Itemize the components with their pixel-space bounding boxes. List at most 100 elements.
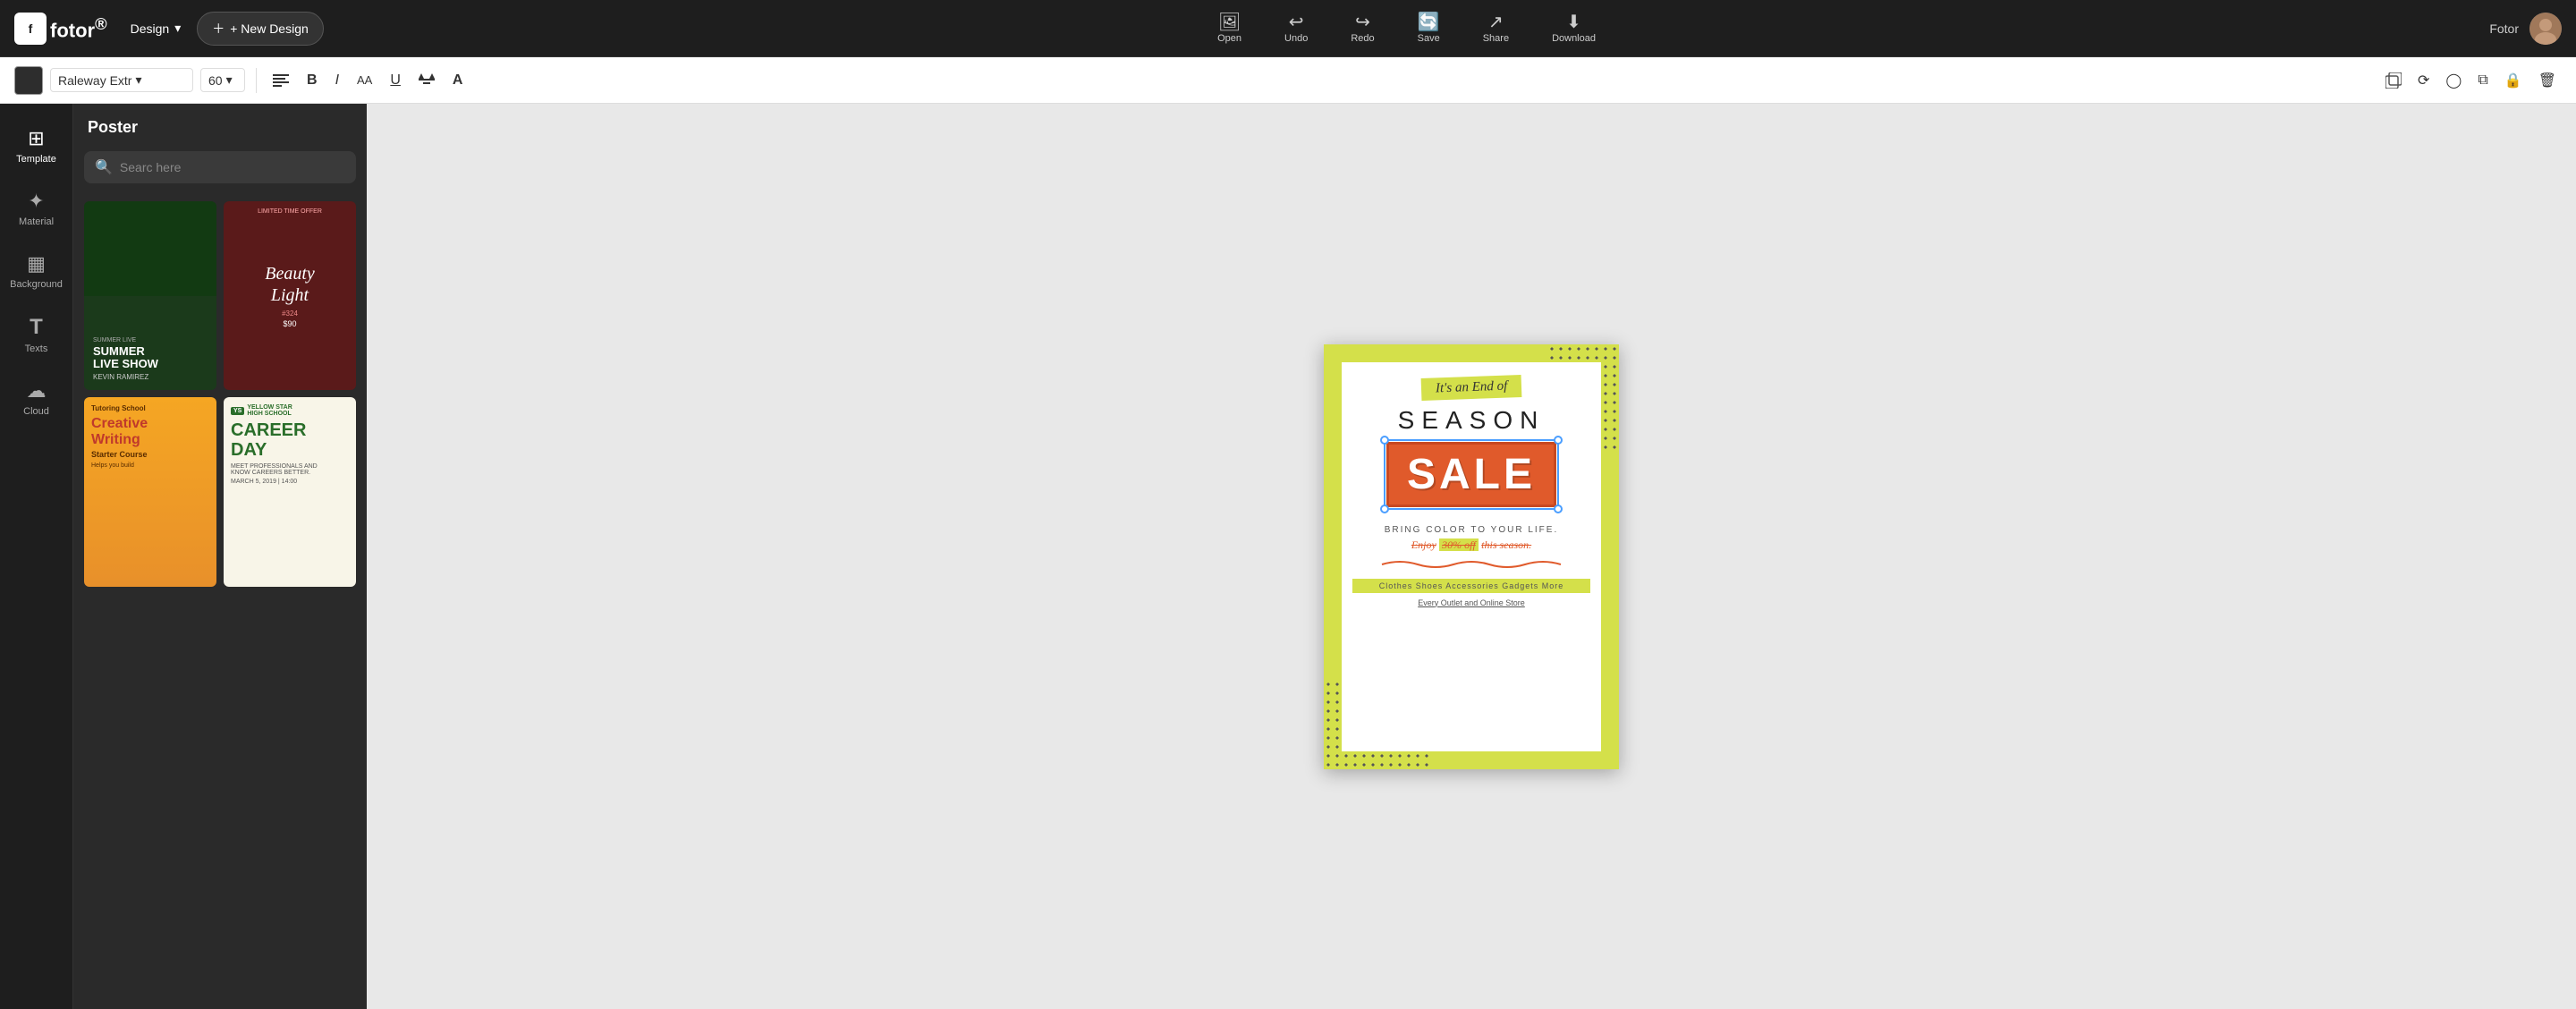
avatar[interactable]	[2529, 13, 2562, 45]
save-button[interactable]: 🔄 Save	[1411, 10, 1447, 47]
sidebar-item-background[interactable]: ▦ Background	[0, 240, 72, 302]
formatting-toolbar: Raleway Extr ▾ 60 ▾ B I AA U A	[0, 57, 2576, 104]
season-text: SEASON	[1398, 406, 1546, 435]
sidebar-item-template[interactable]: ⊞ Template	[0, 114, 72, 177]
template-tag: SUMMER LIVE	[93, 337, 208, 343]
avatar-image	[2529, 13, 2562, 45]
logo-icon: f	[14, 13, 47, 45]
categories-text: Clothes Shoes Accessories Gadgets More	[1352, 579, 1590, 593]
leaf-decoration	[84, 201, 216, 296]
round-button[interactable]: ◯	[2440, 68, 2467, 93]
separator	[256, 68, 257, 93]
underline-button[interactable]: U	[385, 69, 406, 92]
letter-spacing-button[interactable]	[413, 70, 440, 91]
refresh-button[interactable]: ⟳	[2412, 68, 2435, 93]
template-title: CAREERDAY	[231, 420, 349, 460]
handle-tr[interactable]	[1554, 436, 1563, 445]
download-label: Download	[1552, 33, 1596, 44]
text-color-swatch[interactable]	[14, 66, 43, 95]
templates-panel: Poster 🔍 SUMMER LIVE SUMMERLIVE SHOW KEV…	[73, 104, 367, 1009]
redo-icon: ↪	[1355, 13, 1370, 31]
letter-spacing-icon	[419, 73, 435, 88]
templates-grid: SUMMER LIVE SUMMERLIVE SHOW KEVIN RAMIRE…	[73, 194, 367, 594]
this-season-label: this season.	[1481, 538, 1531, 551]
template-subtitle: Starter Course	[91, 450, 209, 459]
font-size-value: 60	[208, 73, 223, 88]
outlet-text: Every Outlet and Online Store	[1418, 598, 1525, 607]
top-right: Fotor	[2489, 13, 2562, 45]
top-center-tools: 🖼 Open ↩ Undo ↪ Redo 🔄 Save ↗ Share ⬇ Do…	[324, 10, 2490, 47]
share-icon: ↗	[1488, 13, 1504, 31]
bold-label: B	[307, 72, 318, 89]
duplicate-button[interactable]	[2380, 69, 2407, 92]
download-icon: ⬇	[1566, 13, 1581, 31]
plus-icon: ＋	[212, 20, 225, 38]
logo: f fotor®	[14, 13, 107, 45]
background-icon: ▦	[27, 252, 46, 276]
new-design-button[interactable]: ＋ + New Design	[197, 12, 324, 46]
design-label: Design	[131, 21, 170, 36]
sidebar-item-label: Material	[19, 216, 54, 227]
canvas-area: It's an End of SEASON SALE BRING COLOR T…	[367, 104, 2576, 1009]
font-name: Raleway Extr	[58, 73, 131, 88]
search-icon: 🔍	[95, 158, 113, 176]
search-bar[interactable]: 🔍	[84, 151, 356, 183]
font-size-control[interactable]: 60 ▾	[200, 68, 245, 92]
logo-text: fotor®	[50, 14, 107, 42]
handle-tl[interactable]	[1380, 436, 1389, 445]
poster-content: It's an End of SEASON SALE BRING COLOR T…	[1342, 362, 1601, 751]
cloud-icon: ☁	[27, 379, 47, 403]
open-button[interactable]: 🖼 Open	[1210, 10, 1249, 47]
template-card-writing[interactable]: Tutoring School CreativeWriting Starter …	[84, 397, 216, 586]
sidebar-item-label: Texts	[25, 343, 48, 354]
open-icon: 🖼	[1218, 13, 1241, 31]
underline-label: U	[390, 72, 401, 89]
undo-button[interactable]: ↩ Undo	[1277, 10, 1315, 47]
enjoy-label: Enjoy	[1411, 538, 1436, 551]
handle-bl[interactable]	[1380, 504, 1389, 513]
discount-label: 30% off	[1439, 538, 1479, 551]
sidebar-item-cloud[interactable]: ☁ Cloud	[0, 367, 72, 429]
font-size-aa-button[interactable]: AA	[352, 70, 377, 90]
template-icon: ⊞	[28, 127, 44, 150]
template-card-concert[interactable]: SUMMER LIVE SUMMERLIVE SHOW KEVIN RAMIRE…	[84, 201, 216, 390]
delete-button[interactable]: 🗑	[2533, 68, 2562, 93]
text-style-button[interactable]: A	[447, 69, 469, 92]
wavy-divider	[1352, 559, 1590, 570]
italic-button[interactable]: I	[330, 69, 344, 92]
handle-br[interactable]	[1554, 504, 1563, 513]
user-name: Fotor	[2489, 21, 2519, 36]
sidebar-item-material[interactable]: ✦ Material	[0, 177, 72, 240]
template-tag: LIMITED TIME OFFER	[231, 208, 349, 215]
sidebar-item-label: Template	[16, 154, 56, 165]
panel-title: Poster	[88, 118, 138, 137]
design-menu-button[interactable]: Design ▾	[122, 15, 191, 41]
template-card-beauty[interactable]: LIMITED TIME OFFER BeautyLight #324 $90	[224, 201, 356, 390]
search-input[interactable]	[120, 160, 345, 174]
bold-button[interactable]: B	[301, 69, 323, 92]
template-card-career[interactable]: YS YELLOW STARHIGH SCHOOL CAREERDAY MEET…	[224, 397, 356, 586]
download-button[interactable]: ⬇ Download	[1545, 10, 1603, 47]
enjoy-text: Enjoy 30% off this season.	[1411, 538, 1531, 552]
lock-button[interactable]: 🔒	[2499, 68, 2528, 93]
template-date: MARCH 5, 2019 | 14:00	[231, 479, 349, 485]
text-align-button[interactable]	[267, 71, 294, 90]
sale-container[interactable]: SALE	[1386, 442, 1556, 516]
sale-box: SALE	[1386, 442, 1556, 507]
italic-label: I	[335, 72, 339, 89]
sidebar-item-label: Cloud	[23, 406, 49, 417]
save-icon: 🔄	[1418, 13, 1440, 31]
share-label: Share	[1483, 33, 1509, 44]
selection-border	[1384, 439, 1559, 510]
font-selector[interactable]: Raleway Extr ▾	[50, 68, 193, 92]
redo-button[interactable]: ↪ Redo	[1343, 10, 1381, 47]
share-button[interactable]: ↗ Share	[1476, 10, 1516, 47]
logo-super: ®	[95, 14, 107, 33]
layers-button[interactable]: ⧉	[2472, 69, 2493, 92]
bring-text: BRING COLOR TO YOUR LIFE.	[1385, 525, 1558, 535]
undo-label: Undo	[1284, 33, 1308, 44]
sidebar-item-texts[interactable]: T Texts	[0, 302, 72, 367]
poster-canvas[interactable]: It's an End of SEASON SALE BRING COLOR T…	[1324, 344, 1619, 769]
undo-icon: ↩	[1289, 13, 1304, 31]
duplicate-icon	[2385, 72, 2402, 89]
